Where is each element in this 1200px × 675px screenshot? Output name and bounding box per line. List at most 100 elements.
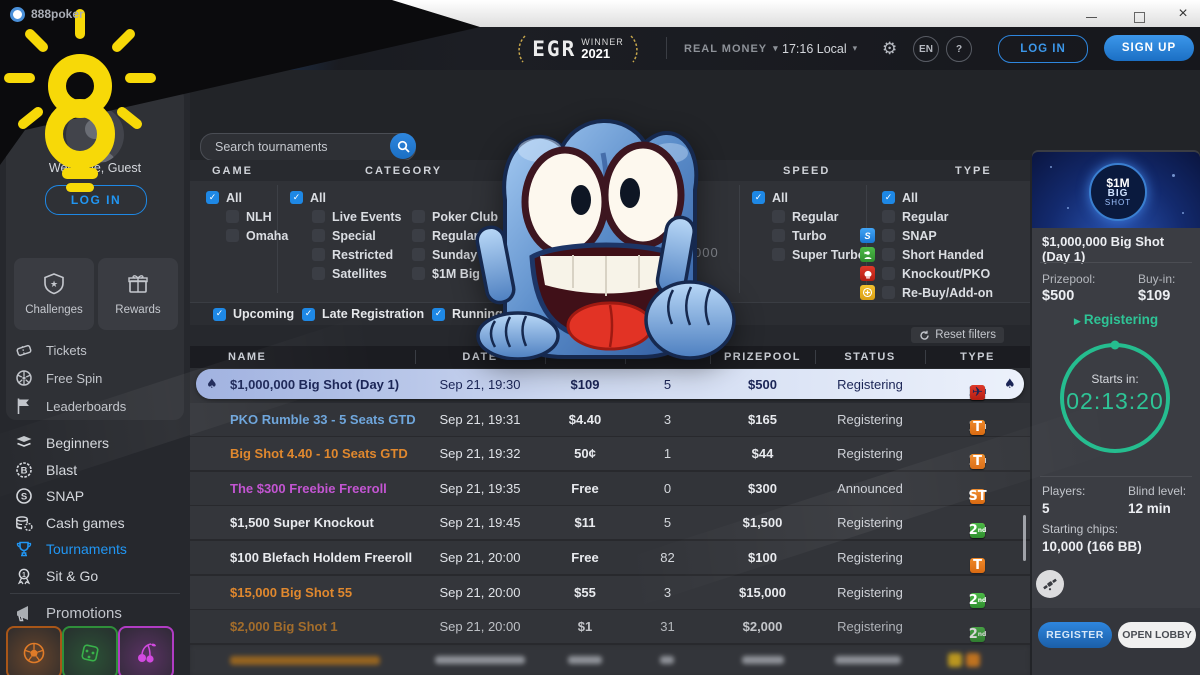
laurel-left-icon [515,34,527,64]
checkbox-checked[interactable] [213,308,226,321]
filter-state-late-registration[interactable]: Late Registration [302,307,424,321]
sidebar-item-cash-games[interactable]: Cash games [14,510,184,537]
filter-game-all[interactable]: All [206,188,288,207]
sidebar-item-sit-go[interactable]: 1Sit & Go [14,563,184,590]
money-mode-dropdown[interactable]: REAL MONEY▾ [684,27,779,70]
buyin-label: Buy-in: [1138,272,1175,286]
checkbox-checked[interactable] [882,191,895,204]
table-row[interactable]: The $300 Freebie FreerollSep 21, 19:35Fr… [190,472,1030,507]
language-button[interactable]: EN [913,36,939,62]
checkbox[interactable] [312,267,325,280]
open-lobby-button[interactable]: OPEN LOBBY [1118,622,1196,648]
checkbox[interactable] [312,229,325,242]
filter-category-special[interactable]: Special [312,226,401,245]
sidebar-item-promotions[interactable]: Promotions [14,599,184,627]
checkbox[interactable] [882,267,895,280]
table-row[interactable]: Big Shot 4.40 - 10 Seats GTDSep 21, 19:3… [190,437,1030,472]
table-row[interactable]: $2,000 Big Shot 1Sep 21, 20:00$131$2,000… [190,610,1030,645]
filter-type-knockout-pko[interactable]: Knockout/PKO [860,264,993,283]
checkbox[interactable] [772,248,785,261]
table-scrollbar[interactable] [1023,515,1026,561]
checkbox[interactable] [412,267,425,280]
checkbox[interactable] [226,210,239,223]
sidebar-item-blast[interactable]: BBlast [14,457,184,484]
rewards-card[interactable]: Rewards [98,258,178,330]
settings-gear-icon[interactable]: ⚙ [882,27,897,70]
filter-game-nlh[interactable]: NLH [226,207,288,226]
filter-speed-turbo[interactable]: Turbo [772,226,865,245]
table-row[interactable]: $15,000 Big Shot 55Sep 21, 20:00$553$15,… [190,576,1030,611]
search-input[interactable] [213,135,377,159]
checkbox-checked[interactable] [290,191,303,204]
tournament-name: $15,000 Big Shot 55 [230,585,415,600]
blurred-badge [966,653,980,667]
filter-type-all[interactable]: All [860,188,993,207]
megaphone-icon [14,603,34,623]
tournament-date: Sep 21, 20:00 [415,550,545,565]
checkbox[interactable] [882,286,895,299]
satellite-button[interactable] [1036,570,1064,598]
checkbox-checked[interactable] [206,191,219,204]
checkbox[interactable] [412,210,425,223]
filter-category-restricted[interactable]: Restricted [312,245,401,264]
reset-filters-button[interactable]: Reset filters [911,327,1004,343]
minimize-button[interactable] [1086,9,1104,18]
sidebar-item-tickets[interactable]: Tickets [14,336,184,364]
search-button[interactable] [390,133,416,159]
table-row-partial[interactable] [190,645,1030,675]
filter-label: Regular [902,210,949,224]
sparkle [1067,207,1069,209]
table-row[interactable]: ♠♠$1,000,000 Big Shot (Day 1)Sep 21, 19:… [190,368,1030,403]
tournament-status: Registering [815,550,925,565]
filter-category-live-events[interactable]: Live Events [312,207,401,226]
slots-tile[interactable] [118,626,174,675]
checkbox[interactable] [772,229,785,242]
sport-tile[interactable] [6,626,62,675]
blind-level-label: Blind level: [1128,484,1186,498]
checkbox[interactable] [882,229,895,242]
checkbox[interactable] [312,210,325,223]
maximize-button[interactable] [1130,4,1148,23]
table-row[interactable]: PKO Rumble 33 - 5 Seats GTDSep 21, 19:31… [190,403,1030,438]
filter-speed-regular[interactable]: Regular [772,207,865,226]
checkbox[interactable] [772,210,785,223]
close-button[interactable]: × [1174,0,1192,27]
filter-type-snap[interactable]: SSNAP [860,226,993,245]
header-signup-button[interactable]: SIGN UP [1104,35,1194,61]
header-login-button[interactable]: LOG IN [998,35,1088,63]
checkbox[interactable] [882,248,895,261]
challenges-card[interactable]: ★ Challenges [14,258,94,330]
sidebar-item-beginners[interactable]: Beginners [14,430,184,457]
checkbox[interactable] [226,229,239,242]
table-row[interactable]: $1,500 Super KnockoutSep 21, 19:45$115$1… [190,506,1030,541]
sidebar-item-leaderboards[interactable]: Leaderboards [14,392,184,420]
checkbox[interactable] [312,248,325,261]
filter-game-omaha[interactable]: Omaha [226,226,288,245]
casino-tile[interactable] [62,626,118,675]
sidebar-item-snap[interactable]: SSNAP [14,483,184,510]
register-button[interactable]: REGISTER [1038,622,1112,648]
tournament-name: PKO Rumble 33 - 5 Seats GTD [230,412,415,427]
sidebar-item-free-spin[interactable]: Free Spin [14,364,184,392]
filter-category-satellites[interactable]: Satellites [312,264,401,283]
sidebar-item-tournaments[interactable]: Tournaments [14,536,184,563]
clock-dropdown[interactable]: 17:16 Local▾ [782,27,857,70]
blurred-buyin [568,656,602,664]
filter-speed-super-turbo[interactable]: Super Turbo [772,245,865,264]
egr-year: 2021 [581,47,624,60]
checkbox[interactable] [882,210,895,223]
filter-category-all[interactable]: All [290,188,326,207]
filter-state-upcoming[interactable]: Upcoming [213,307,294,321]
buyin-value: $109 [1138,288,1170,304]
checkbox[interactable] [412,248,425,261]
table-row[interactable]: $100 Blefach Holdem FreerollSep 21, 20:0… [190,541,1030,576]
help-button[interactable]: ? [946,36,972,62]
filter-type-regular[interactable]: Regular [860,207,993,226]
players-value: 5 [1042,501,1050,516]
checkbox-checked[interactable] [302,308,315,321]
checkbox[interactable] [412,229,425,242]
sidebar-item-label: Blast [46,462,77,478]
filter-type-re-buy-add-on[interactable]: Re-Buy/Add-on [860,283,993,302]
filter-type-short-handed[interactable]: Short Handed [860,245,993,264]
tournament-players: 5 [625,377,710,392]
